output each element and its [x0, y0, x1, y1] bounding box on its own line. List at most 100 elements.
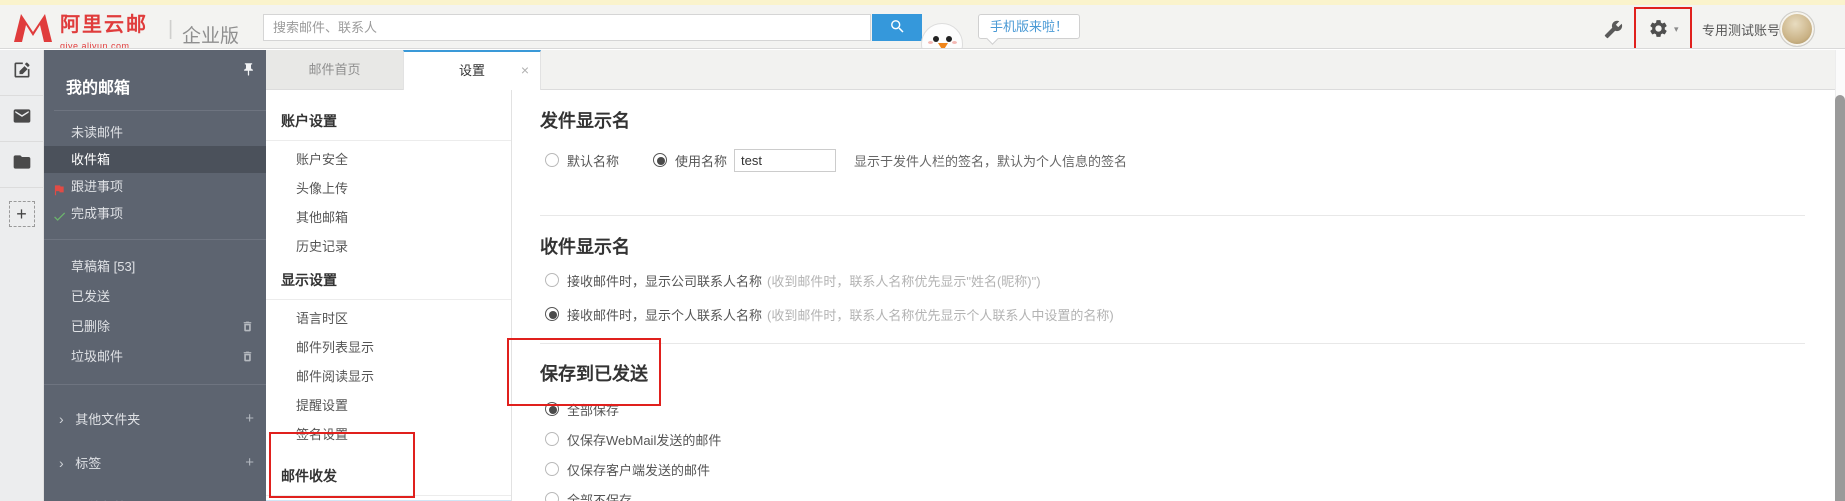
mail-button[interactable]	[0, 96, 43, 142]
search-button[interactable]	[872, 14, 922, 41]
content-column: 邮件首页 设置 × 账户设置 账户安全 头像上传 其他邮箱 历史记录	[266, 50, 1845, 501]
nav-item-mail-list-display[interactable]: 邮件列表显示	[266, 333, 511, 362]
sidebar-item-tags[interactable]: › 标签 +	[44, 441, 266, 485]
edition-label: 企业版	[182, 21, 239, 48]
nav-header-account: 账户设置	[266, 102, 511, 141]
option-label: 全部不保存	[567, 490, 632, 501]
check-icon	[52, 206, 68, 222]
option-label: 接收邮件时，显示个人联系人名称	[567, 305, 762, 324]
option-note: (收到邮件时，联系人名称优先显示"姓名(昵称)")	[767, 271, 1041, 290]
sidebar-item-done[interactable]: 完成事项	[44, 200, 266, 227]
tab-bar: 邮件首页 设置 ×	[266, 50, 1845, 90]
nav-item-history[interactable]: 历史记录	[266, 232, 511, 261]
logo-separator: |	[168, 18, 173, 41]
mobile-version-bubble[interactable]: 手机版来啦！	[978, 14, 1080, 39]
radio-default-name[interactable]	[545, 153, 559, 167]
search-input[interactable]	[263, 14, 871, 41]
option-note: (收到邮件时，联系人名称优先显示个人联系人中设置的名称)	[767, 305, 1114, 324]
brand-title: 阿里云邮	[60, 14, 148, 36]
sidebar-item-spam[interactable]: 垃圾邮件	[44, 342, 266, 372]
sender-display-hint: 显示于发件人栏的签名，默认为个人信息的签名	[854, 151, 1127, 170]
brand-logo-text[interactable]: 阿里云邮 qiye.aliyun.com	[60, 14, 148, 49]
add-tag-icon[interactable]: +	[245, 441, 254, 485]
nav-item-account-security[interactable]: 账户安全	[266, 145, 511, 174]
brand-m-logo-icon[interactable]	[12, 13, 54, 48]
section-divider	[540, 215, 1805, 216]
scrollbar-thumb[interactable]	[1835, 95, 1845, 501]
chevron-right-icon: ›	[59, 411, 64, 427]
add-folder-icon[interactable]: +	[245, 397, 254, 441]
sidebar-item-other-accounts[interactable]: › 其他邮箱	[44, 485, 266, 501]
close-icon[interactable]: ×	[521, 52, 529, 89]
nav-item-signature-settings[interactable]: 签名设置	[266, 420, 511, 449]
radio-save-client[interactable]	[545, 462, 559, 476]
sidebar-item-label: 垃圾邮件	[71, 349, 123, 364]
nav-item-reminder-settings[interactable]: 提醒设置	[266, 391, 511, 420]
mail-icon	[12, 106, 32, 131]
sidebar-item-label: 已发送	[71, 289, 110, 304]
sidebar-item-label: 收件箱	[71, 152, 110, 167]
mascot-beak	[938, 43, 948, 49]
icon-rail: +	[0, 50, 44, 501]
webmail-app: 阿里云邮 qiye.aliyun.com | 企业版 手机版来啦！ ▾	[0, 0, 1845, 501]
save-option-all: 全部保存	[540, 398, 1805, 420]
sidebar-item-unread[interactable]: 未读邮件	[44, 119, 266, 146]
sidebar-item-label: 标签	[75, 456, 101, 471]
sidebar-item-drafts[interactable]: 草稿箱 [53]	[44, 252, 266, 282]
radio-label: 使用名称	[675, 151, 727, 170]
compose-icon	[12, 60, 32, 85]
mail-sidebar: 我的邮箱 未读邮件 收件箱 跟进事项	[44, 50, 266, 501]
gear-icon[interactable]	[1648, 18, 1669, 44]
compose-button[interactable]	[0, 50, 43, 96]
flag-icon	[52, 179, 68, 195]
sidebar-item-label: 完成事项	[71, 206, 123, 221]
sidebar-divider	[44, 384, 266, 385]
radio-save-all[interactable]	[545, 402, 559, 416]
sidebar-item-followup[interactable]: 跟进事项	[44, 173, 266, 200]
nav-header-mail-sendreceive: 邮件收发	[266, 457, 511, 496]
sidebar-item-other-folders[interactable]: › 其他文件夹 +	[44, 397, 266, 441]
sidebar-item-inbox[interactable]: 收件箱	[44, 146, 266, 173]
gear-caret-icon: ▾	[1674, 24, 1679, 35]
radio-save-none[interactable]	[545, 492, 559, 501]
nav-item-avatar-upload[interactable]: 头像上传	[266, 174, 511, 203]
nav-group-display: 显示设置 语言时区 邮件列表显示 邮件阅读显示 提醒设置 签名设置	[266, 261, 511, 449]
tab-label: 设置	[459, 63, 485, 78]
sidebar-item-label: 草稿箱 [53]	[71, 259, 135, 274]
account-name: 专用测试账号2	[1702, 23, 1787, 38]
settings-panes: 账户设置 账户安全 头像上传 其他邮箱 历史记录 显示设置 语言时区 邮件列表显…	[266, 90, 1845, 501]
pin-icon[interactable]	[241, 62, 256, 80]
nav-item-mail-read-display[interactable]: 邮件阅读显示	[266, 362, 511, 391]
scrollbar-track[interactable]	[1835, 50, 1845, 501]
save-option-client: 仅保存客户端发送的邮件	[540, 458, 1805, 480]
radio-custom-name[interactable]	[653, 153, 667, 167]
brand-domain: qiye.aliyun.com	[60, 41, 130, 49]
add-button[interactable]: +	[0, 188, 43, 240]
wrench-icon[interactable]	[1604, 20, 1623, 44]
nav-group-account: 账户设置 账户安全 头像上传 其他邮箱 历史记录	[266, 102, 511, 261]
nav-item-other-mailboxes[interactable]: 其他邮箱	[266, 203, 511, 232]
nav-group-mail-sendreceive: 邮件收发 基本设置	[266, 457, 511, 501]
radio-personal-contacts[interactable]	[545, 307, 559, 321]
tab-bar-filler	[541, 50, 1845, 89]
sidebar-item-sent[interactable]: 已发送	[44, 282, 266, 312]
trash-icon[interactable]	[241, 320, 254, 334]
nav-header-display: 显示设置	[266, 261, 511, 300]
body: + 我的邮箱 未读邮件 收件箱	[0, 50, 1845, 501]
chevron-right-icon: ›	[59, 455, 64, 471]
radio-save-webmail[interactable]	[545, 432, 559, 446]
section-title-recipient-display: 收件显示名	[540, 233, 1805, 259]
avatar[interactable]	[1779, 11, 1815, 47]
nav-item-language-timezone[interactable]: 语言时区	[266, 304, 511, 333]
tab-settings[interactable]: 设置 ×	[403, 50, 541, 90]
mascot-cheek	[928, 41, 933, 44]
folder-button[interactable]	[0, 142, 43, 188]
radio-company-contacts[interactable]	[545, 273, 559, 287]
custom-name-input[interactable]	[734, 149, 836, 172]
mascot-icon[interactable]	[921, 23, 963, 49]
tab-mail-home[interactable]: 邮件首页	[266, 50, 403, 89]
trash-icon[interactable]	[241, 350, 254, 364]
search-icon	[889, 18, 906, 38]
save-option-none: 全部不保存	[540, 488, 1805, 501]
sidebar-item-deleted[interactable]: 已删除	[44, 312, 266, 342]
